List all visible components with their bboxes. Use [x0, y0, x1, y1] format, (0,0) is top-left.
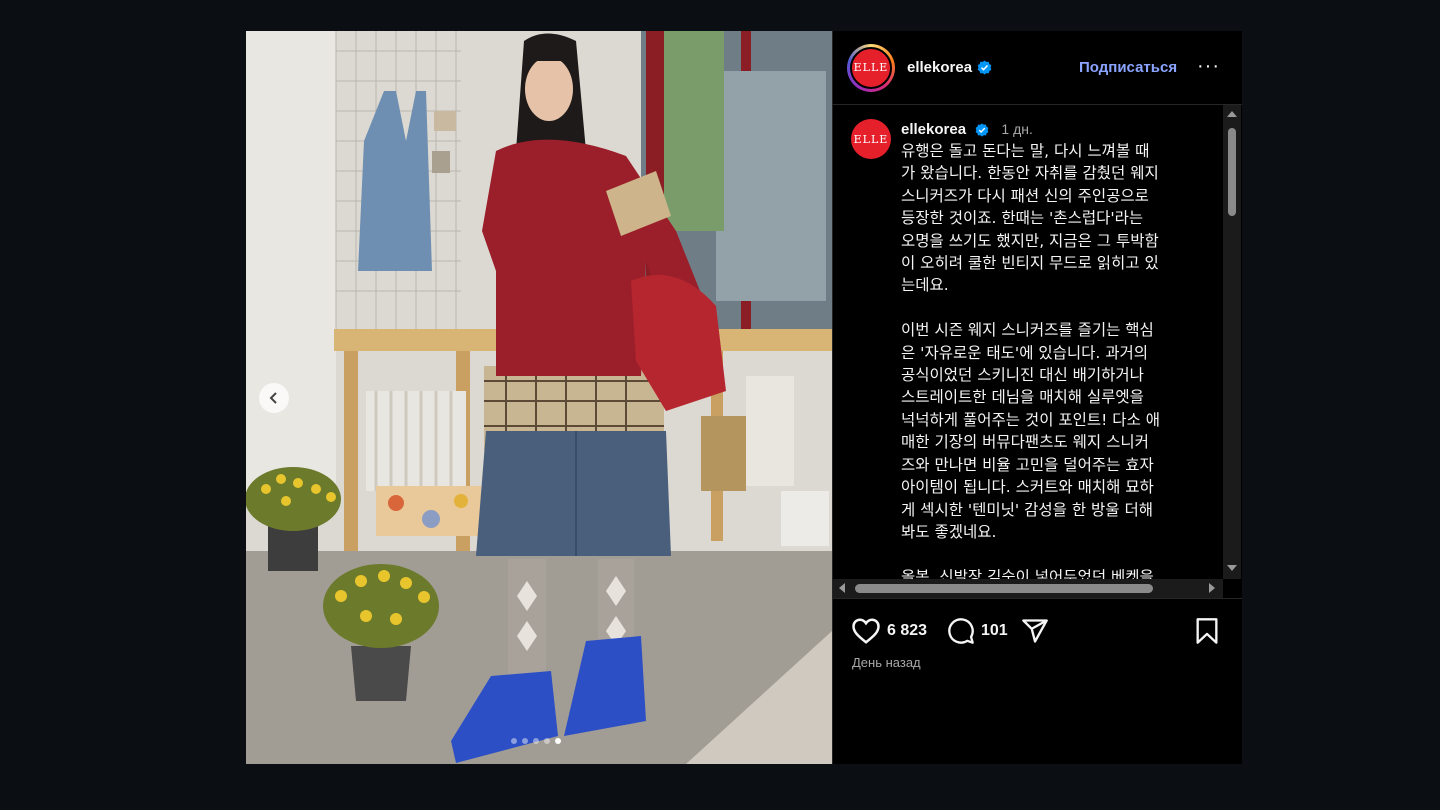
caption-text: 유행은 돌고 돈다는 말, 다시 느껴볼 때 가 왔습니다. 한동안 자취를 감…	[901, 142, 1161, 586]
like-button[interactable]: 6 823	[851, 617, 927, 645]
post-actions: 6 823 101	[833, 598, 1242, 658]
header-username[interactable]: ellekorea	[907, 59, 972, 76]
horizontal-scroll-thumb[interactable]	[855, 584, 1153, 593]
post-photo[interactable]	[246, 31, 832, 764]
caption-username[interactable]: ellekorea	[901, 121, 966, 138]
comment-icon	[948, 618, 974, 644]
share-button[interactable]	[1021, 617, 1049, 645]
photo-illustration	[246, 31, 832, 764]
caption: ELLE ellekorea 1 дн. 유행은 돌고 돈다는 말, 다시 느껴…	[851, 119, 1160, 586]
story-ring[interactable]: ELLE	[847, 43, 895, 92]
scroll-right-arrow[interactable]	[1209, 583, 1215, 593]
heart-icon	[852, 618, 880, 644]
comments-area[interactable]: ELLE ellekorea 1 дн. 유행은 돌고 돈다는 말, 다시 느껴…	[833, 105, 1242, 598]
horizontal-scrollbar[interactable]	[833, 579, 1223, 598]
scroll-down-arrow[interactable]	[1227, 565, 1237, 571]
like-count[interactable]: 6 823	[887, 622, 927, 640]
avatar: ELLE	[850, 46, 892, 89]
post-header: ELLE ellekorea Подписаться ···	[833, 31, 1242, 105]
save-button[interactable]	[1194, 617, 1220, 645]
scroll-left-arrow[interactable]	[839, 583, 845, 593]
share-icon	[1022, 619, 1048, 643]
caption-avatar[interactable]: ELLE	[851, 119, 891, 159]
caption-time[interactable]: 1 дн.	[1001, 121, 1032, 137]
caption-header: ellekorea 1 дн.	[901, 119, 1211, 140]
more-icon[interactable]: ···	[1197, 55, 1220, 78]
carousel-dot	[522, 738, 528, 744]
caption-body: ellekorea 1 дн. 유행은 돌고 돈다는 말, 다시 느껴볼 때 가…	[901, 119, 1211, 588]
carousel-dot	[511, 738, 517, 744]
vertical-scroll-thumb[interactable]	[1228, 128, 1236, 216]
post-time-ago[interactable]: День назад	[852, 655, 921, 670]
carousel-dot-active	[555, 738, 561, 744]
post-modal: ELLE ellekorea Подписаться ··· ELLE elle…	[246, 31, 1242, 764]
comment-count[interactable]: 101	[981, 622, 1008, 640]
carousel-dots	[511, 738, 561, 744]
carousel-dot	[544, 738, 550, 744]
carousel-prev-button[interactable]	[259, 383, 289, 413]
verified-icon	[975, 123, 989, 137]
verified-icon	[977, 60, 992, 75]
chevron-left-icon	[269, 392, 277, 404]
comment-button[interactable]: 101	[947, 617, 1008, 645]
follow-button[interactable]: Подписаться	[1079, 59, 1177, 76]
scroll-up-arrow[interactable]	[1227, 111, 1237, 117]
carousel-dot	[533, 738, 539, 744]
bookmark-icon	[1196, 618, 1218, 644]
post-sidebar: ELLE ellekorea Подписаться ··· ELLE elle…	[832, 31, 1242, 764]
vertical-scrollbar[interactable]	[1223, 105, 1241, 579]
